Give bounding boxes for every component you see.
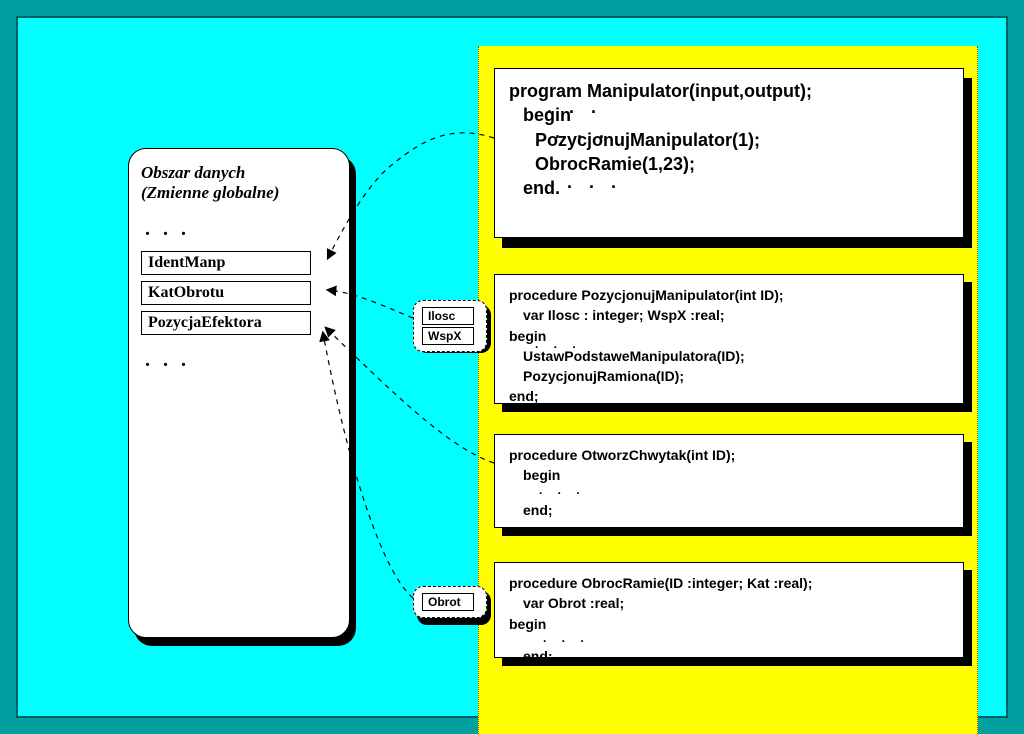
local-vars-box-2: Obrot: [413, 586, 487, 618]
ellipsis: . . .: [561, 170, 622, 194]
ellipsis: . . .: [145, 349, 337, 372]
local-vars-box-1: Ilosc WspX: [413, 300, 487, 352]
global-var: IdentManp: [141, 251, 311, 275]
code-line: end;: [509, 386, 949, 406]
code-line: procedure PozycjonujManipulator(int ID);: [509, 285, 949, 305]
code-line: PozycjonujRamiona(ID);: [509, 366, 949, 386]
code-line: var Obrot :real;: [509, 593, 949, 613]
procedure-block-3: procedure ObrocRamie(ID :integer; Kat :r…: [494, 562, 964, 658]
global-var: PozycjaEfektora: [141, 311, 311, 335]
local-var: WspX: [422, 327, 474, 345]
local-var: Obrot: [422, 593, 474, 611]
code-line: end;: [509, 646, 949, 666]
ellipsis: . . .: [145, 218, 337, 241]
procedure-block-1: procedure PozycjonujManipulator(int ID);…: [494, 274, 964, 404]
code-line: end.: [523, 178, 560, 198]
ellipsis: . . .: [537, 630, 590, 647]
ellipsis: . . .: [549, 120, 610, 144]
ellipsis: . . .: [533, 482, 586, 499]
ellipsis: . . .: [529, 336, 582, 353]
global-data-panel: Obszar danych (Zmienne globalne) . . . I…: [128, 148, 350, 638]
code-line: end;: [509, 500, 949, 520]
procedure-block-2: procedure OtworzChwytak(int ID); begin .…: [494, 434, 964, 528]
main-program-block: program Manipulator(input,output); . . .…: [494, 68, 964, 238]
code-line: procedure OtworzChwytak(int ID);: [509, 445, 949, 465]
code-line: procedure ObrocRamie(ID :integer; Kat :r…: [509, 573, 949, 593]
global-var: KatObrotu: [141, 281, 311, 305]
ellipsis: . . .: [541, 95, 602, 119]
data-panel-title: Obszar danych (Zmienne globalne): [141, 163, 337, 204]
local-var: Ilosc: [422, 307, 474, 325]
diagram-canvas: Obszar danych (Zmienne globalne) . . . I…: [16, 16, 1008, 718]
code-line: var Ilosc : integer; WspX :real;: [509, 305, 949, 325]
